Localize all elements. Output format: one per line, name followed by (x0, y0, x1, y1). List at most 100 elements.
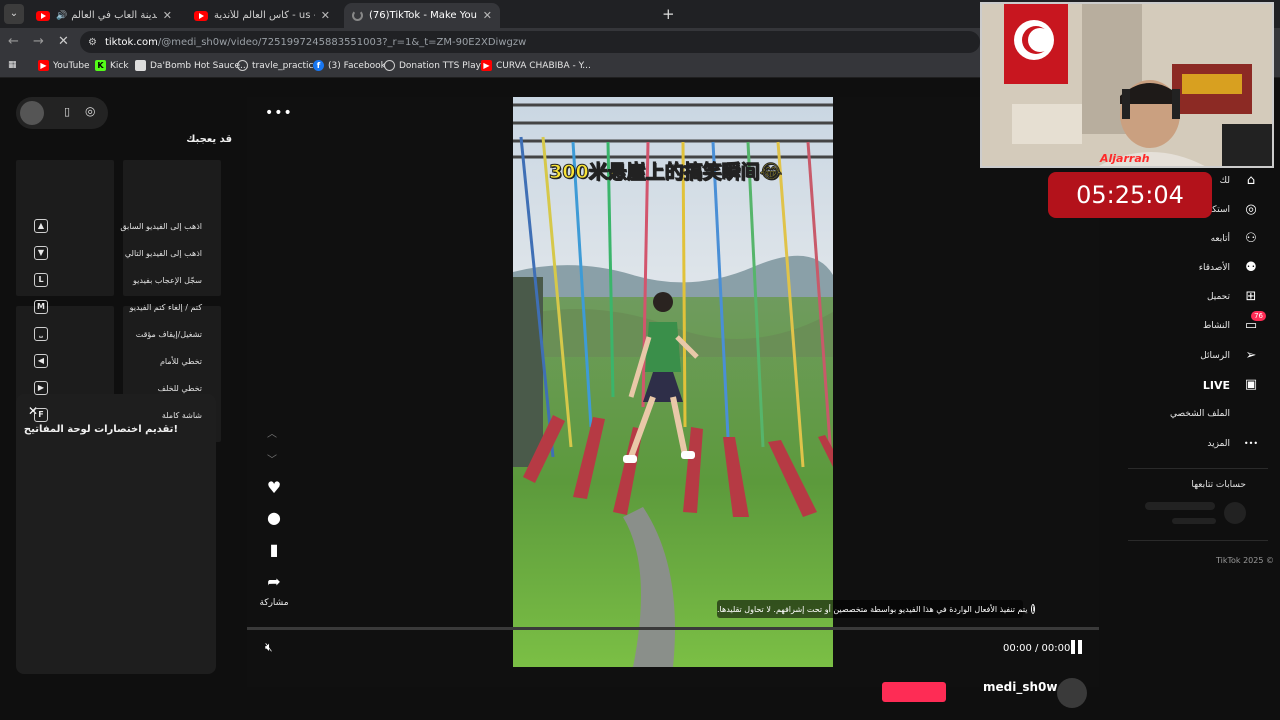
upload-icon: ⊞ (1245, 289, 1257, 304)
shortcut-row: ▼ اذهب إلى الفيديو التالي (34, 245, 202, 261)
shortcut-row: ▶ تخطي للخلف (34, 380, 202, 396)
shortcut-key: L (34, 273, 48, 287)
profile-icon (1242, 405, 1260, 423)
stop-loading-icon[interactable]: ✕ (58, 34, 69, 49)
bookmark-travle[interactable]: travle_practice (237, 60, 319, 71)
sidebar-item-send[interactable]: الرسائل ➢ (1200, 346, 1260, 366)
tab-2[interactable]: كأس العالم للأندية - us - العودة | ✕ (186, 3, 338, 28)
author-username[interactable]: medi_sh0w (983, 680, 1057, 694)
sidebar-item-label: الأصدقاء (1198, 263, 1230, 273)
sidebar-item-home[interactable]: لك ⌂ (1220, 171, 1260, 191)
url-path: /@medi_sh0w/video/7251997245883551003?_r… (157, 36, 527, 48)
bookmark-youtube[interactable]: ▶ YouTube (38, 60, 90, 71)
view-mode-toggle[interactable]: ▯ ◎ (16, 97, 108, 129)
tab-3-active[interactable]: (76)TikTok - Make Your Day ✕ (344, 3, 500, 28)
notification-badge: 76 (1251, 311, 1266, 321)
youtube-favicon-icon (36, 10, 50, 21)
video-player[interactable]: ••• 300米悬崖上的搞笑瞬间😂 ︿ ﹀ ♥ ● ▮ ➦ مشاركة i ي… (247, 97, 1099, 687)
site-info-icon[interactable]: ⚙ (88, 37, 97, 48)
sidebar-item-upload[interactable]: تحميل ⊞ (1207, 287, 1260, 307)
shortcuts-title: تقديم اختصارات لوحة المفاتيح! (23, 424, 178, 435)
sidebar-item-label: الملف الشخصي (1170, 409, 1230, 419)
more-options-icon[interactable]: ••• (265, 105, 293, 121)
shortcut-label: كتم / إلغاء كتم الفيديو (129, 302, 202, 312)
sidebar-item-label: الرسائل (1200, 351, 1230, 361)
address-bar[interactable]: ⚙ tiktok.com/@medi_sh0w/video/7251997245… (80, 31, 980, 53)
shortcut-key: ▲ (34, 219, 48, 233)
skeleton-line (1145, 502, 1215, 510)
live-icon: ▣ (1244, 377, 1258, 392)
follow-button[interactable] (882, 682, 946, 702)
tab-search-button[interactable]: ⌄ (4, 4, 24, 24)
user-plus-icon: ⚇ (1245, 231, 1257, 246)
shortcut-key: M (34, 300, 48, 314)
comment-icon[interactable]: ● (261, 508, 287, 527)
author-bar: medi_sh0w (247, 678, 1099, 720)
compass-icon (237, 60, 248, 71)
share-label: مشاركة (259, 598, 289, 608)
shortcut-label: شاشة كاملة (161, 410, 202, 420)
shortcut-row: ◀ تخطي للأمام (34, 353, 202, 369)
shortcut-key: ▼ (34, 246, 48, 260)
tab-title: (76)TikTok - Make Your Day (369, 10, 477, 21)
share-arrow-icon[interactable]: ➦ (261, 572, 287, 591)
sidebar-item-more[interactable]: المزيد ••• (1207, 434, 1260, 454)
skeleton-line (1172, 518, 1216, 524)
next-video-icon[interactable]: ﹀ (267, 451, 277, 466)
video-frame[interactable]: 300米悬崖上的搞笑瞬间😂 (513, 97, 833, 667)
copyright: TikTok 2025 © (1216, 556, 1274, 565)
sidebar-item-profile[interactable]: الملف الشخصي (1170, 404, 1260, 424)
sidebar-item-label: تحميل (1206, 292, 1230, 302)
tab-close-icon[interactable]: ✕ (321, 9, 330, 22)
tab-1[interactable]: 🔊 أخطر مدينة ألعاب في العالم ✕ (28, 3, 180, 28)
shortcut-key: ⎵ (34, 327, 48, 341)
back-arrow-icon[interactable]: ← (8, 34, 19, 49)
bookmark-dabomb[interactable]: Da'Bomb Hot Sauce... (135, 60, 249, 71)
kick-icon: K (95, 60, 106, 71)
sidebar-item-friends[interactable]: الأصدقاء ⚉ (1199, 258, 1260, 278)
like-heart-icon[interactable]: ♥ (261, 478, 287, 497)
sidebar-item-label: لك (1219, 176, 1230, 186)
divider (1128, 468, 1268, 469)
safety-disclaimer: i يتم تنفيذ الأفعال الواردة في هذا الفيد… (717, 600, 1036, 618)
bookmark-donation[interactable]: Donation TTS Player (384, 60, 490, 71)
tab-close-icon[interactable]: ✕ (163, 9, 172, 22)
shortcut-key: ◀ (34, 354, 48, 368)
sidebar-item-live[interactable]: LIVE ▣ (1203, 375, 1260, 395)
streamer-name-tag: Aljarrah (1100, 152, 1150, 165)
sidebar-item-activity[interactable]: النشاط ▭ 76 (1203, 311, 1266, 336)
new-tab-icon[interactable]: + (662, 5, 675, 23)
forward-arrow-icon[interactable]: → (33, 34, 44, 49)
audio-playing-icon[interactable]: 🔊 (56, 11, 67, 21)
shortcut-row: ⎵ تشغيل/إيقاف مؤقت (34, 326, 202, 342)
tab-close-icon[interactable]: ✕ (483, 9, 492, 22)
divider (1128, 540, 1268, 541)
following-accounts-title: حسابات تتابعها (1191, 480, 1246, 490)
progress-bar[interactable] (247, 627, 1099, 630)
pause-icon[interactable] (1071, 640, 1083, 654)
bookmark-facebook[interactable]: f (3) Facebook (313, 60, 386, 71)
url-host: tiktok.com (104, 36, 158, 48)
stream-timer: 05:25:04 (1048, 172, 1212, 218)
sidebar-item-user-plus[interactable]: أتابعه ⚇ (1211, 229, 1260, 249)
shortcut-row: M كتم / إلغاء كتم الفيديو (34, 299, 202, 315)
mobile-icon[interactable]: ▯ (64, 105, 70, 118)
bookmark-icon[interactable]: ▮ (261, 540, 287, 559)
author-avatar[interactable] (1057, 678, 1087, 708)
previous-video-icon[interactable]: ︿ (267, 425, 277, 440)
shortcut-label: سجّل الإعجاب بفيديو (133, 275, 202, 285)
video-caption-overlay: 300米悬崖上的搞笑瞬间😂 (549, 161, 783, 184)
compass-icon[interactable]: ◎ (85, 104, 95, 118)
loading-spinner-icon (352, 10, 363, 21)
bookmark-curva[interactable]: ▶ CURVA CHABIBA - Y... (481, 60, 591, 71)
shortcut-label: تخطي للخلف (157, 383, 202, 393)
home-icon: ⌂ (1246, 173, 1256, 188)
shortcut-label: اذهب إلى الفيديو السابق (120, 221, 202, 231)
youtube-icon: ▶ (38, 60, 49, 71)
muted-speaker-icon[interactable]: 🔇︎ (265, 640, 273, 655)
keyboard-shortcuts-panel: ✕ تقديم اختصارات لوحة المفاتيح! ▲ اذهب إل… (16, 219, 216, 674)
apps-grid-icon[interactable]: ▦ (8, 60, 17, 70)
bookmark-kick[interactable]: K Kick (95, 60, 129, 71)
shortcut-row: L سجّل الإعجاب بفيديو (34, 272, 202, 288)
related-title: قد يعجبك (186, 134, 232, 145)
